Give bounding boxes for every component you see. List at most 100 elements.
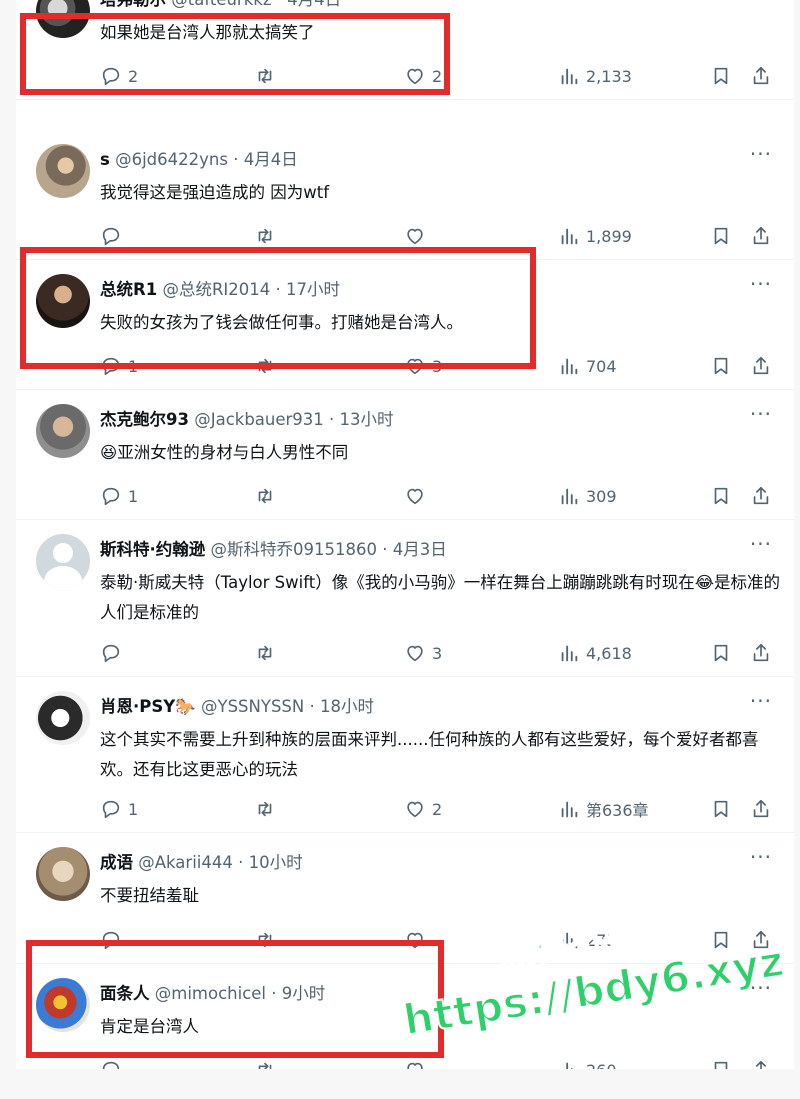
display-name[interactable]: 塔弗勒尔 (100, 0, 166, 9)
timestamp[interactable]: 4月3日 (393, 540, 447, 559)
reply-button[interactable] (100, 927, 128, 953)
avatar[interactable] (36, 978, 90, 1032)
like-button[interactable] (404, 927, 432, 953)
timestamp[interactable]: 4月4日 (287, 0, 341, 9)
retweet-button[interactable] (254, 927, 282, 953)
display-name[interactable]: 肖恩·PSY🐎 (100, 697, 196, 716)
reply-button[interactable]: 1 (100, 796, 138, 822)
like-button[interactable]: 2 (404, 63, 442, 89)
timestamp[interactable]: 4月4日 (244, 150, 298, 169)
reply-tweet[interactable]: 总统R1 @总统RI2014 · 17小时 ··· 失败的女孩为了钱会做任何事。打赌… (16, 260, 794, 390)
reply-button[interactable]: 2 (100, 63, 138, 89)
reply-button[interactable] (100, 1057, 128, 1069)
views-button[interactable]: 275 (558, 927, 617, 953)
share-button[interactable] (750, 63, 772, 89)
user-handle[interactable]: @mimochicel (155, 984, 266, 1003)
display-name[interactable]: s (100, 150, 110, 169)
like-button[interactable] (404, 1057, 432, 1069)
share-button[interactable] (750, 353, 772, 379)
bookmark-icon (714, 800, 728, 818)
more-icon[interactable]: ··· (750, 272, 772, 296)
views-button[interactable]: 309 (558, 483, 617, 509)
avatar[interactable] (36, 847, 90, 901)
bookmark-button[interactable] (710, 796, 732, 822)
like-count: 2 (432, 799, 443, 819)
more-icon[interactable]: ··· (750, 689, 772, 713)
reply-tweet[interactable]: 成语 @Akarii444 · 10小时 ··· 不要扭结羞耻 275 (16, 833, 794, 964)
timestamp[interactable]: 17小时 (286, 280, 340, 299)
like-button[interactable]: 3 (404, 353, 442, 379)
retweet-button[interactable] (254, 63, 282, 89)
user-handle[interactable]: @斯科特乔09151860 (211, 540, 377, 559)
retweet-button[interactable] (254, 640, 282, 666)
reply-tweet[interactable]: s @6jd6422yns · 4月4日 ··· 我觉得这是强迫造成的 因为wtf 1… (16, 130, 794, 260)
reply-tweet[interactable]: 肖恩·PSY🐎 @YSSNYSSN · 18小时 ··· 这个其实不需要上升到种族的… (16, 677, 794, 833)
bookmark-button[interactable] (710, 223, 732, 249)
retweet-button[interactable] (254, 483, 282, 509)
more-icon[interactable]: ··· (750, 976, 772, 1000)
reply-count: 1 (128, 356, 139, 376)
bookmark-button[interactable] (710, 63, 732, 89)
reply-tweet[interactable]: 面条人 @mimochicel · 9小时 ··· 肯定是台湾人 260 (16, 964, 794, 1069)
share-button[interactable] (750, 1057, 772, 1069)
reply-tweet[interactable]: 杰克鲍尔93 @Jackbauer931 · 13小时 ··· 😆亚洲女性的身材与白… (16, 390, 794, 520)
share-button[interactable] (750, 796, 772, 822)
display-name[interactable]: 总统R1 (100, 280, 157, 299)
more-icon[interactable]: ··· (750, 402, 772, 426)
reply-button[interactable] (100, 640, 128, 666)
avatar[interactable] (36, 274, 90, 328)
user-handle[interactable]: @tafteurkkz (171, 0, 271, 9)
retweet-button[interactable] (254, 223, 282, 249)
display-name[interactable]: 面条人 (100, 984, 150, 1003)
like-button[interactable]: 2 (404, 796, 442, 822)
bookmark-button[interactable] (710, 1057, 732, 1069)
avatar[interactable] (36, 144, 90, 198)
display-name[interactable]: 成语 (100, 853, 133, 872)
reply-button[interactable]: 1 (100, 483, 138, 509)
bookmark-button[interactable] (710, 353, 732, 379)
share-button[interactable] (750, 483, 772, 509)
retweet-button[interactable] (254, 1057, 282, 1069)
share-button[interactable] (750, 223, 772, 249)
user-handle[interactable]: @YSSNYSSN (201, 697, 304, 716)
views-button[interactable]: 第636章 (558, 796, 649, 822)
timestamp[interactable]: 10小时 (249, 853, 303, 872)
share-button[interactable] (750, 927, 772, 953)
reply-button[interactable]: 1 (100, 353, 138, 379)
bookmark-button[interactable] (710, 483, 732, 509)
timestamp[interactable]: 18小时 (320, 697, 374, 716)
views-button[interactable]: 704 (558, 353, 617, 379)
avatar[interactable] (36, 534, 90, 588)
avatar[interactable] (36, 691, 90, 745)
timestamp[interactable]: 13小时 (340, 410, 394, 429)
reply-tweet[interactable]: 塔弗勒尔 @tafteurkkz · 4月4日 ··· 如果她是台湾人那就太搞笑了 2… (16, 0, 794, 100)
display-name[interactable]: 斯科特·约翰逊 (100, 540, 205, 559)
bookmark-button[interactable] (710, 640, 732, 666)
more-icon[interactable]: ··· (750, 532, 772, 556)
avatar[interactable] (36, 0, 90, 38)
retweet-button[interactable] (254, 796, 282, 822)
retweet-button[interactable] (254, 353, 282, 379)
user-handle[interactable]: @总统RI2014 (162, 280, 270, 299)
timestamp[interactable]: 9小时 (282, 984, 326, 1003)
like-button[interactable] (404, 483, 432, 509)
share-button[interactable] (750, 640, 772, 666)
user-handle[interactable]: @6jd6422yns (115, 150, 228, 169)
more-icon[interactable]: ··· (750, 142, 772, 166)
user-handle[interactable]: @Akarii444 (138, 853, 233, 872)
user-handle[interactable]: @Jackbauer931 (194, 410, 324, 429)
views-button[interactable]: 1,899 (558, 223, 632, 249)
reply-tweet[interactable]: 斯科特·约翰逊 @斯科特乔09151860 · 4月3日 ··· 泰勒·斯威夫特（T… (16, 520, 794, 677)
views-button[interactable]: 260 (558, 1057, 617, 1069)
action-bar: 3 4,618 (16, 640, 794, 676)
reply-button[interactable] (100, 223, 128, 249)
avatar[interactable] (36, 404, 90, 458)
like-button[interactable] (404, 223, 432, 249)
views-button[interactable]: 4,618 (558, 640, 632, 666)
like-button[interactable]: 3 (404, 640, 442, 666)
views-button[interactable]: 2,133 (558, 63, 632, 89)
display-name[interactable]: 杰克鲍尔93 (100, 410, 189, 429)
bookmark-button[interactable] (710, 927, 732, 953)
more-icon[interactable]: ··· (750, 0, 772, 6)
more-icon[interactable]: ··· (750, 845, 772, 869)
